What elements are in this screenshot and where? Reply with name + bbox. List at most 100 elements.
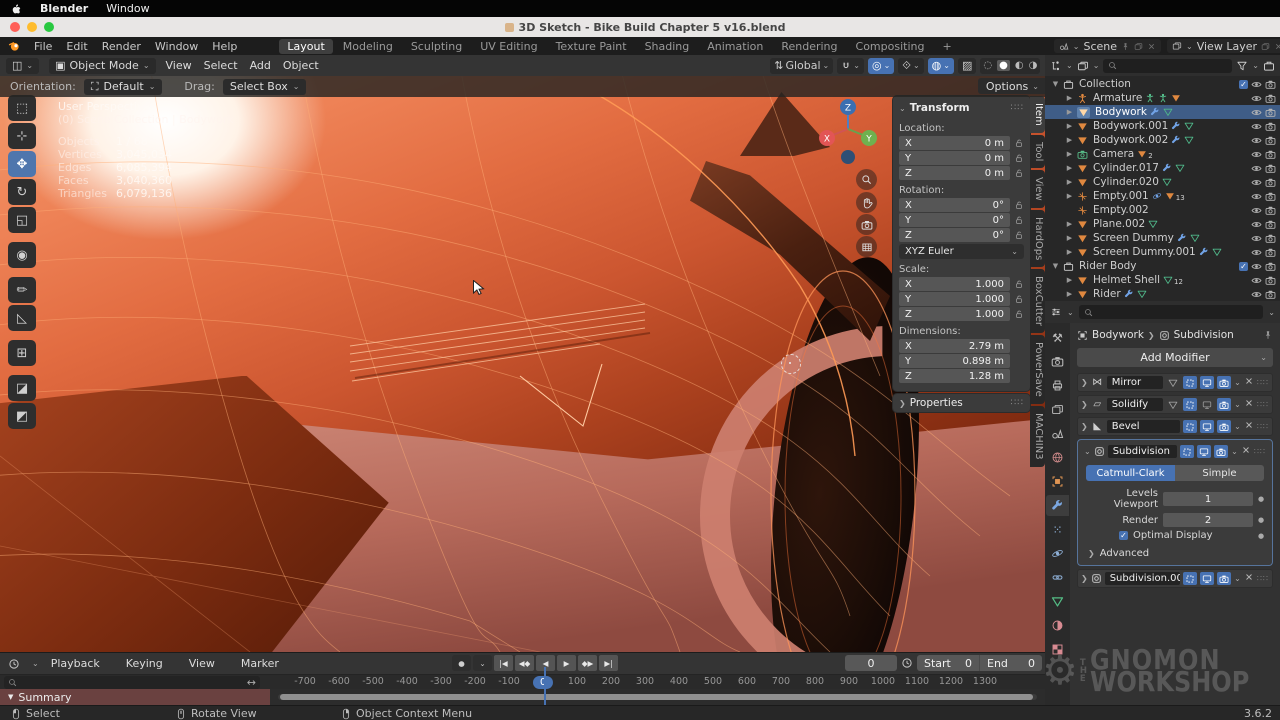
properties-tab-object-data[interactable] (1046, 591, 1069, 612)
render-visibility-icon[interactable] (1265, 219, 1276, 230)
value-field-x[interactable]: X2.79 m (899, 339, 1010, 353)
toggle-render[interactable] (1217, 420, 1231, 433)
breadcrumb-modifier[interactable]: Subdivision (1174, 329, 1234, 341)
transform-tool[interactable]: ◉ (8, 242, 36, 268)
visibility-eye-icon[interactable] (1251, 233, 1262, 244)
cursor-tool[interactable]: ⊹ (8, 123, 36, 149)
toggle-render[interactable] (1214, 445, 1228, 458)
breadcrumb-object[interactable]: Bodywork (1092, 329, 1144, 341)
value-field-y[interactable]: Y0.898 m (899, 354, 1010, 368)
object-icon[interactable] (1077, 330, 1088, 341)
value-field-y[interactable]: Y0 m (899, 151, 1010, 165)
outliner-search-input[interactable] (1103, 59, 1232, 73)
expand-arrow-icon[interactable]: ▶ (1065, 290, 1074, 298)
toggle-cage[interactable] (1183, 572, 1197, 585)
shading-dropdown[interactable]: ⌄ (1044, 61, 1045, 70)
transform-orientation-selector[interactable]: ⇅Global⌄ (770, 58, 833, 74)
expand-arrow-icon[interactable]: ▶ (1065, 108, 1074, 116)
outliner-row-helmet-shell[interactable]: ▶Helmet Shell12 (1045, 273, 1280, 287)
properties-tab-constraints[interactable] (1046, 567, 1069, 588)
levels-viewport-field[interactable]: 1 (1163, 492, 1253, 506)
viewport-menu-view[interactable]: View (166, 59, 192, 72)
render-visibility-icon[interactable] (1265, 79, 1276, 90)
expand-arrow-icon[interactable]: ▶ (1065, 136, 1074, 144)
drag-handle[interactable]: ∷∷ (1254, 447, 1266, 456)
pin-icon[interactable] (1121, 42, 1130, 51)
animate-dot[interactable]: ● (1258, 516, 1264, 524)
modifier-name-field[interactable]: Subdivision.001 (1105, 572, 1180, 585)
drag-handle[interactable]: ∷∷ (1257, 400, 1269, 409)
perspective-toggle-button[interactable] (856, 236, 877, 257)
pan-view-button[interactable] (856, 192, 877, 213)
drag-handle[interactable]: ∷∷ (1257, 422, 1269, 431)
chevron-down-icon[interactable]: ⌄ (1268, 308, 1275, 317)
chevron-down-icon[interactable]: ⌄ (1252, 61, 1259, 70)
value-field-y[interactable]: Y0° (899, 213, 1010, 227)
macos-menu-window[interactable]: Window (106, 2, 149, 15)
modifier-name-field[interactable]: Bevel (1107, 420, 1180, 433)
scene-selector[interactable]: ⌄ Scene (1054, 39, 1161, 53)
zoom-view-button[interactable] (856, 169, 877, 190)
current-frame-indicator[interactable]: 0 (533, 676, 553, 689)
value-field-x[interactable]: X0 m (899, 136, 1010, 150)
properties-tab-physics[interactable] (1046, 543, 1069, 564)
expand-arrow-icon[interactable]: ▶ (1065, 164, 1074, 172)
sidebar-tab-tool[interactable]: Tool (1030, 135, 1045, 168)
modifier-extras-dropdown[interactable]: ⌄ (1234, 378, 1241, 387)
outliner-row-collection[interactable]: ▼Collection✓ (1045, 77, 1280, 91)
apple-logo-icon[interactable] (10, 3, 22, 15)
outliner-row-empty-002[interactable]: Empty.002 (1045, 203, 1280, 217)
properties-tab-material[interactable] (1046, 615, 1069, 636)
visibility-eye-icon[interactable] (1251, 289, 1262, 300)
advanced-section-header[interactable]: ❯Advanced (1088, 548, 1262, 559)
prev-keyframe-button[interactable]: ◀◆ (515, 655, 534, 671)
visibility-eye-icon[interactable] (1251, 177, 1262, 188)
move-tool[interactable]: ✥ (8, 151, 36, 177)
chevron-down-icon[interactable]: ⌄ (1067, 308, 1074, 317)
outliner-row-armature[interactable]: ▶Armature (1045, 91, 1280, 105)
annotate-tool[interactable]: ✏ (8, 277, 36, 303)
workspace-tab-shading[interactable]: Shading (637, 39, 698, 54)
render-visibility-icon[interactable] (1265, 149, 1276, 160)
toggle-cage[interactable] (1183, 398, 1197, 411)
render-visibility-icon[interactable] (1265, 289, 1276, 300)
copy-icon[interactable] (1134, 42, 1143, 51)
visibility-eye-icon[interactable] (1251, 107, 1262, 118)
timeline-search-input[interactable]: ↔ (4, 676, 260, 689)
add-workspace-button[interactable]: + (934, 39, 959, 54)
modifier-row-bevel[interactable]: ❯◣Bevel⌄∷∷ (1077, 417, 1273, 436)
sidebar-tab-item[interactable]: Item (1030, 96, 1045, 133)
expand-icon[interactable]: ⌄ (1084, 447, 1091, 456)
render-visibility-icon[interactable] (1265, 233, 1276, 244)
properties-tab-tool[interactable]: ⚒ (1046, 327, 1069, 348)
render-visibility-icon[interactable] (1265, 205, 1276, 216)
collection-checkbox[interactable]: ✓ (1239, 80, 1248, 89)
expand-arrow-icon[interactable]: ▶ (1065, 234, 1074, 242)
value-field-z[interactable]: Z0 m (899, 166, 1010, 180)
close-icon[interactable] (1274, 42, 1280, 51)
measure-tool[interactable]: ◺ (8, 305, 36, 331)
delete-modifier-button[interactable] (1241, 445, 1251, 458)
optimal-display-checkbox[interactable]: ✓ (1119, 531, 1128, 540)
outliner-row-plane-002[interactable]: ▶Plane.002 (1045, 217, 1280, 231)
delete-modifier-button[interactable] (1244, 420, 1254, 433)
view-layer-selector[interactable]: ⌄ View Layer (1167, 39, 1280, 53)
outliner-row-bodywork-001[interactable]: ▶Bodywork.001 (1045, 119, 1280, 133)
outliner-editor-icon[interactable] (1050, 60, 1062, 72)
properties-tab-view-layer[interactable] (1046, 399, 1069, 420)
menu-edit[interactable]: Edit (66, 40, 87, 53)
toggle-viewport[interactable] (1200, 572, 1214, 585)
visibility-eye-icon[interactable] (1251, 93, 1262, 104)
collection-checkbox[interactable]: ✓ (1239, 262, 1248, 271)
modifier-name-field[interactable]: Subdivision (1108, 445, 1177, 458)
toggle-cage[interactable] (1180, 445, 1194, 458)
delete-modifier-button[interactable] (1244, 376, 1254, 389)
editor-type-selector[interactable]: ◫⌄ (6, 58, 39, 74)
outliner-row-bodywork-002[interactable]: ▶Bodywork.002 (1045, 133, 1280, 147)
properties-panel-collapsed[interactable]: ❯Properties∷∷ (893, 394, 1030, 412)
scale-tool[interactable]: ◱ (8, 207, 36, 233)
timeline-scrollbar[interactable] (278, 694, 1037, 700)
timeline-menu-marker[interactable]: Marker (241, 657, 279, 670)
toggle-viewport[interactable] (1200, 420, 1214, 433)
outliner-row-rider[interactable]: ▶Rider (1045, 287, 1280, 301)
